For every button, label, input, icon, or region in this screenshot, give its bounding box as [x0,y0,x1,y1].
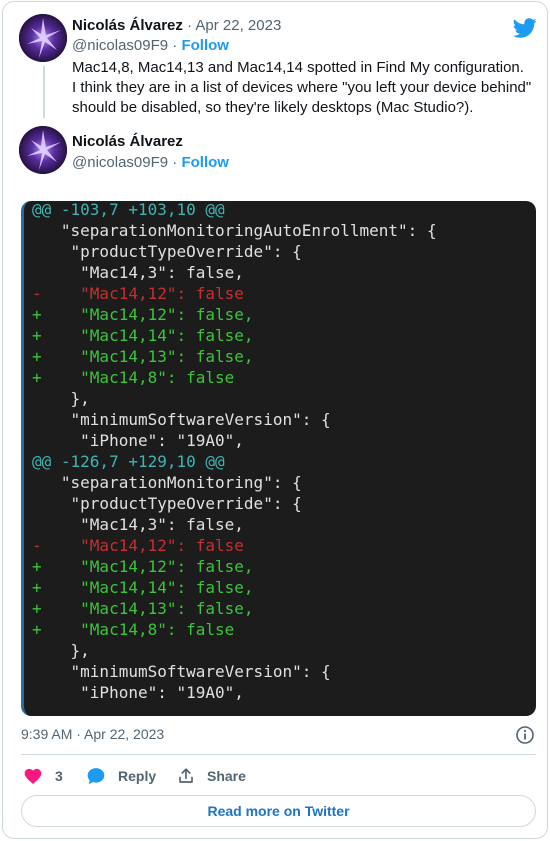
author-name[interactable]: Nicolás Álvarez [72,133,183,150]
tweet2-subheader: @nicolas09F9 · Follow [72,153,229,173]
tweet1-header: Nicolás Álvarez · Apr 22, 2023 [72,16,281,36]
code-line-plain: "separationMonitoringAutoEnrollment": { [32,221,437,240]
reply-bubble-icon [87,768,105,785]
code-line-del: - "Mac14,12": false [32,536,244,555]
code-line-plain: "Mac14,3": false, [32,515,244,534]
share-label: Share [207,768,246,784]
author-handle[interactable]: @nicolas09F9 [72,154,168,171]
tweet1-subheader: @nicolas09F9 · Follow [72,36,229,56]
reply-button[interactable]: Reply [86,765,156,787]
code-line-plain: "productTypeOverride": { [32,494,302,513]
thread-line [43,66,45,118]
tweet-card: Nicolás Álvarez · Apr 22, 2023 @nicolas0… [2,1,548,839]
code-line-plain: "Mac14,3": false, [32,263,244,282]
share-button[interactable]: Share [177,765,246,787]
code-line-add: + "Mac14,13": false, [32,347,254,366]
twitter-bird-icon[interactable] [513,16,537,40]
code-line-add: + "Mac14,14": false, [32,326,254,345]
author-handle[interactable]: @nicolas09F9 [72,37,168,54]
like-button[interactable]: 3 [23,765,63,787]
avatar[interactable] [19,126,67,174]
code-line-add: + "Mac14,8": false [32,620,235,639]
code-line-plain: }, [32,389,90,408]
code-diff-image[interactable]: @@ -103,7 +103,10 @@ "separationMonitori… [21,201,536,716]
tweet-timestamp[interactable]: 9:39 AM · Apr 22, 2023 [21,726,164,742]
code-line-plain: "iPhone": "19A0", [32,683,244,702]
read-more-button[interactable]: Read more on Twitter [21,795,536,827]
avatar[interactable] [19,14,67,62]
code-line-plain: "minimumSoftwareVersion": { [32,662,331,681]
tweet2-header: Nicolás Álvarez [72,132,183,152]
reply-label: Reply [118,768,157,784]
code-line-del: - "Mac14,12": false [32,284,244,303]
code-line-plain: "minimumSoftwareVersion": { [32,410,331,429]
code-line-plain: "iPhone": "19A0", [32,431,244,450]
tweet-text: Mac14,8, Mac14,13 and Mac14,14 spotted i… [72,59,532,116]
code-line-add: + "Mac14,8": false [32,368,235,387]
like-count: 3 [55,768,63,784]
info-icon[interactable] [515,725,535,745]
separator: · [172,37,178,54]
share-icon [179,768,193,783]
author-name[interactable]: Nicolás Álvarez [72,17,183,34]
code-line-add: + "Mac14,12": false, [32,557,254,576]
code-line-add: + "Mac14,13": false, [32,599,254,618]
code-line-plain: }, [32,641,90,660]
follow-button[interactable]: Follow [181,154,229,171]
code-line-add: + "Mac14,14": false, [32,578,254,597]
tweet-date[interactable]: Apr 22, 2023 [195,17,281,34]
divider [21,754,536,755]
separator: · [172,154,178,171]
code-line-plain: "separationMonitoring": { [32,473,302,492]
code-line-plain: "productTypeOverride": { [32,242,302,261]
heart-icon [24,768,42,784]
follow-button[interactable]: Follow [181,37,229,54]
code-line-hunk: @@ -103,7 +103,10 @@ [32,201,225,219]
code-line-add: + "Mac14,12": false, [32,305,254,324]
code-line-hunk: @@ -126,7 +129,10 @@ [32,452,225,471]
code-diff-lines: @@ -103,7 +103,10 @@ "separationMonitori… [32,201,437,703]
separator: · [187,17,193,34]
